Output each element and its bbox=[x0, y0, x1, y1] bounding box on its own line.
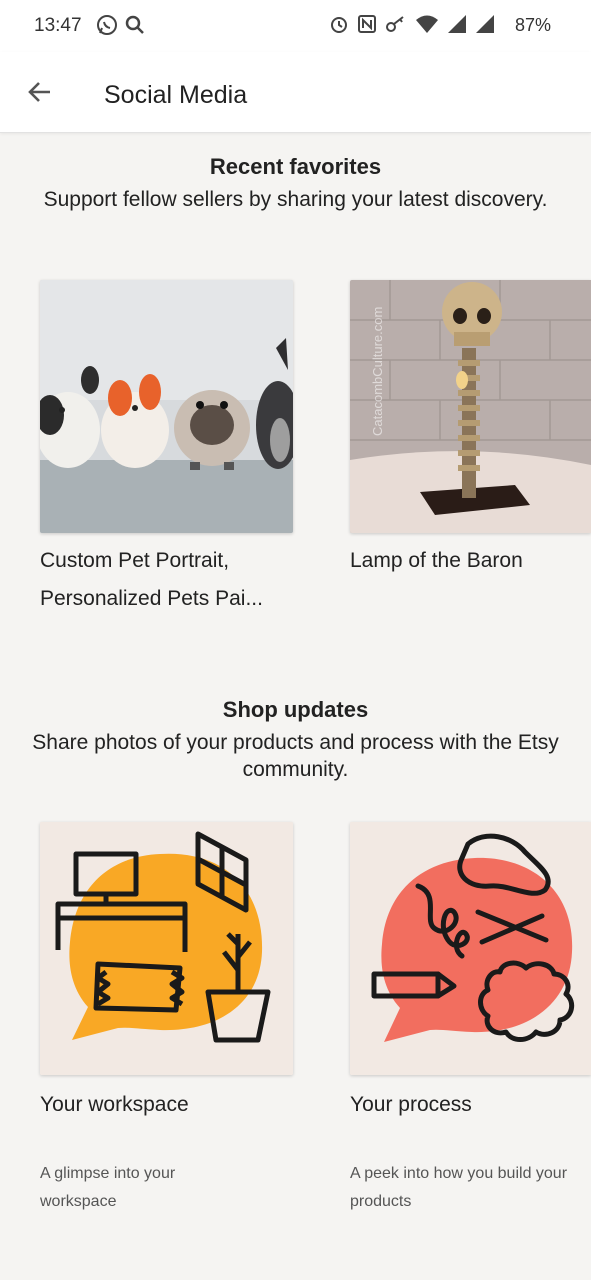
favorite-card-pet-portrait[interactable]: Custom Pet Portrait, Personalized Pets P… bbox=[40, 280, 300, 625]
key-icon bbox=[386, 16, 404, 32]
signal-icon bbox=[448, 15, 466, 33]
shop-update-description: A peek into how you build your products bbox=[350, 1165, 568, 1210]
page-title: Social Media bbox=[104, 81, 248, 109]
watermark-text: CatacombCulture.com bbox=[370, 306, 385, 436]
favorite-title-line2: Personalized Pets Pai... bbox=[40, 587, 263, 610]
status-bar: 13:47 87% bbox=[0, 0, 591, 52]
nfc-icon bbox=[358, 15, 376, 33]
shop-update-description: A glimpse into your workspace bbox=[40, 1165, 176, 1210]
back-button[interactable] bbox=[22, 74, 58, 110]
process-illustration bbox=[350, 822, 591, 1075]
favorite-card-lamp-of-the-baron[interactable]: CatacombCulture.com Lamp of the Baron bbox=[350, 280, 591, 590]
favorite-title: Lamp of the Baron bbox=[350, 549, 523, 572]
arrow-left-icon bbox=[28, 82, 50, 102]
shop-update-title: Your workspace bbox=[40, 1093, 189, 1116]
recent-favorites-title: Recent favorites bbox=[209, 154, 382, 179]
shop-update-card-process[interactable]: Your process A peek into how you build y… bbox=[350, 822, 591, 1222]
shop-update-card-workspace[interactable]: Your workspace A glimpse into your works… bbox=[40, 822, 300, 1222]
battery-level: 87% bbox=[514, 15, 551, 35]
workspace-illustration bbox=[40, 822, 293, 1075]
skull-lamp-image: CatacombCulture.com bbox=[350, 280, 591, 533]
favorite-title-line1: Custom Pet Portrait, bbox=[40, 549, 230, 572]
whatsapp-icon bbox=[97, 15, 117, 35]
search-icon bbox=[125, 15, 144, 34]
app-bar: Social Media bbox=[0, 52, 591, 133]
recent-favorites-subtitle: Support fellow sellers by sharing your l… bbox=[43, 188, 548, 211]
status-time: 13:47 bbox=[34, 15, 82, 36]
alarm-icon bbox=[331, 17, 347, 33]
wifi-icon bbox=[416, 15, 438, 33]
shop-updates-subtitle: Share photos of your products and proces… bbox=[32, 731, 559, 781]
shop-updates-title: Shop updates bbox=[222, 697, 369, 722]
shop-update-title: Your process bbox=[350, 1093, 472, 1116]
pet-figurines-image bbox=[40, 280, 293, 533]
signal-icon bbox=[476, 15, 494, 33]
